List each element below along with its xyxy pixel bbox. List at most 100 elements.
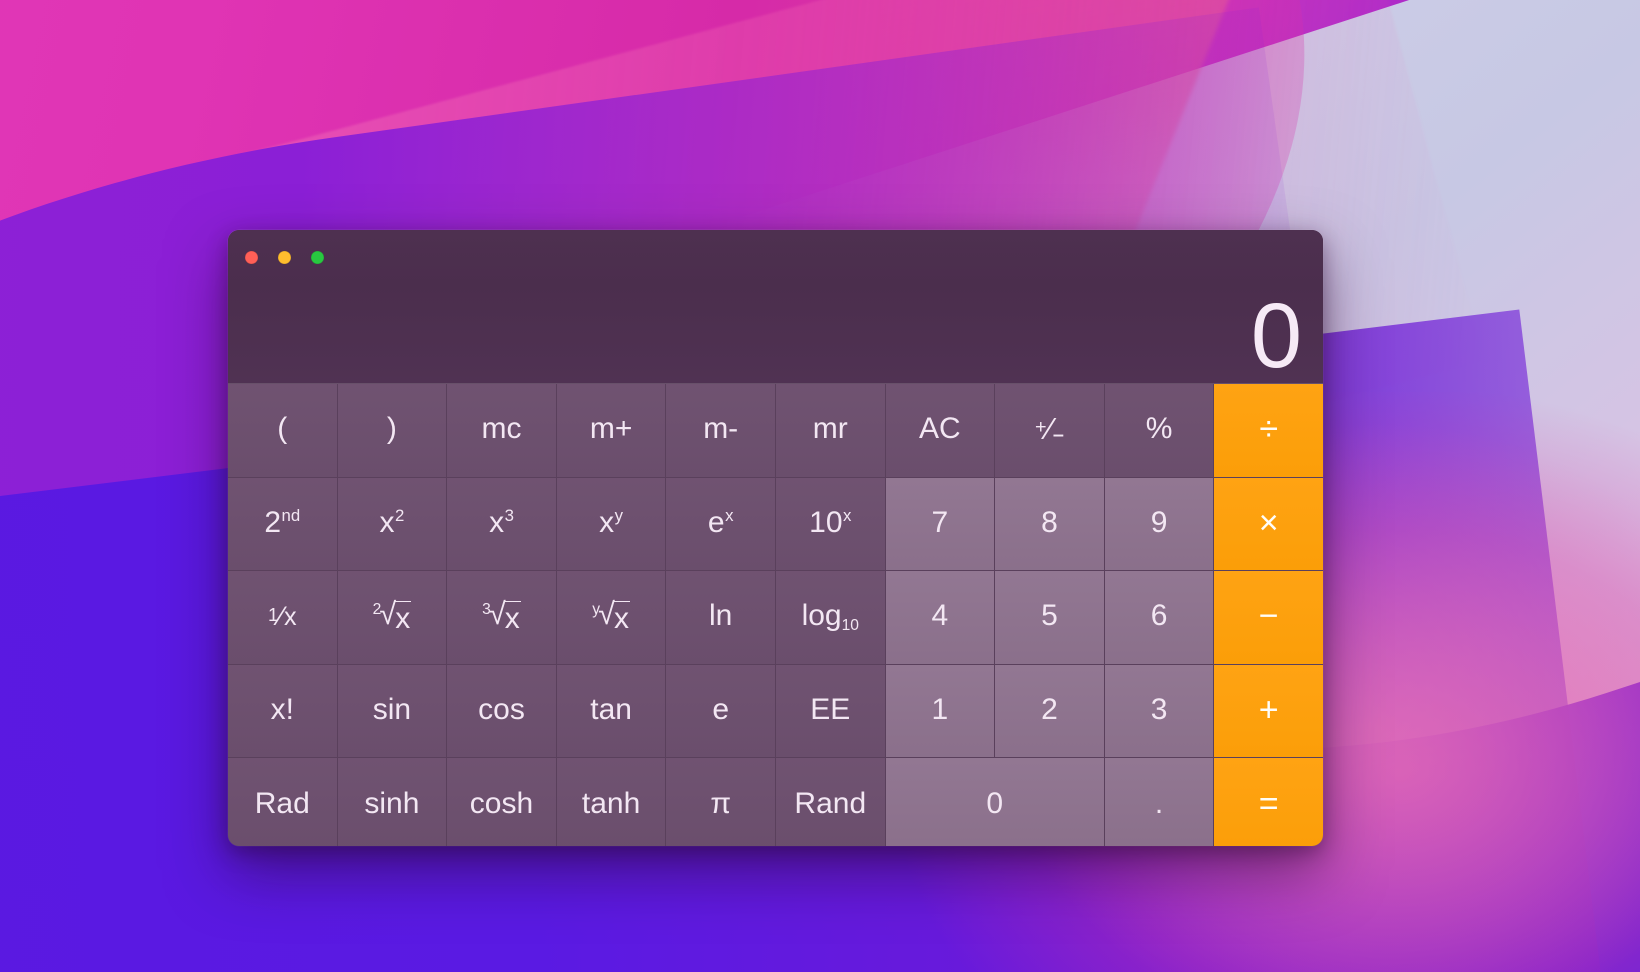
calculator-keypad[interactable]: () mc m+ m-mr AC + ⁄ –% ÷ 2nd x2 x3 xy ex 10x 7 8 9 × 1 ⁄ x 2 √… (228, 383, 1323, 846)
key-label-sine-hyperbolic: sinh (364, 786, 420, 820)
key-tangent[interactable]: tan (556, 664, 666, 758)
key-label-cube-root: 3 √ x (482, 597, 521, 635)
key-memory-add[interactable]: m+ (556, 384, 666, 477)
key-sign-toggle[interactable]: + ⁄ – (995, 384, 1104, 477)
key-label-divide: ÷ (1259, 410, 1279, 449)
key-digit-1[interactable]: 1 (885, 664, 995, 758)
key-label-digit-1: 1 (931, 693, 949, 727)
key-label-natural-log: ln (709, 599, 733, 633)
key-exp-e[interactable]: ex (666, 477, 775, 571)
key-label-add: + (1258, 691, 1279, 730)
key-label-square: x2 (379, 505, 405, 539)
key-cosine[interactable]: cos (447, 664, 556, 758)
key-open-paren[interactable]: ( (228, 384, 337, 477)
key-label-all-clear: AC (919, 412, 961, 446)
key-label-square-root: 2 √ x (372, 597, 412, 635)
display-value: 0 (1250, 284, 1302, 387)
key-label-open-paren: ( (277, 412, 288, 446)
key-cosine-hyperbolic[interactable]: cosh (447, 758, 556, 846)
key-memory-clear[interactable]: mc (447, 384, 556, 477)
key-label-log-base-ten: log10 (801, 599, 859, 634)
key-close-paren[interactable]: ) (337, 384, 447, 477)
key-label-percent: % (1145, 412, 1173, 446)
key-percent[interactable]: % (1104, 384, 1214, 477)
key-label-radians-toggle: Rad (254, 786, 310, 820)
calculator-window[interactable]: 0 () mc m+ m-mr AC + ⁄ –% ÷ 2nd x2 x3 xy ex 10x 7 8 9 × 1 ⁄ x… (228, 230, 1323, 846)
key-all-clear[interactable]: AC (885, 384, 995, 477)
key-square[interactable]: x2 (337, 477, 447, 571)
key-scientific-notation[interactable]: EE (775, 664, 885, 758)
key-multiply[interactable]: × (1214, 477, 1323, 571)
key-radians-toggle[interactable]: Rad (228, 758, 337, 846)
key-digit-8[interactable]: 8 (995, 477, 1104, 571)
key-sine[interactable]: sin (337, 664, 447, 758)
key-cube-root[interactable]: 3 √ x (447, 571, 556, 664)
key-label-memory-add: m+ (589, 412, 633, 446)
key-reciprocal[interactable]: 1 ⁄ x (228, 571, 337, 664)
key-label-digit-7: 7 (931, 505, 949, 539)
key-label-exp-ten: 10x (809, 505, 852, 539)
key-label-cube: x3 (489, 505, 514, 539)
key-tangent-hyperbolic[interactable]: tanh (556, 758, 666, 846)
key-label-subtract: − (1258, 597, 1279, 636)
key-label-digit-3: 3 (1150, 693, 1168, 727)
key-decimal-point[interactable]: . (1104, 758, 1214, 846)
key-label-sign-toggle: + ⁄ – (1035, 412, 1064, 447)
key-label-power-y: xy (599, 505, 624, 539)
key-label-memory-subtract: m- (703, 412, 739, 446)
key-euler-e[interactable]: e (666, 664, 775, 758)
key-label-cosine-hyperbolic: cosh (469, 786, 534, 820)
key-digit-2[interactable]: 2 (995, 664, 1104, 758)
key-label-digit-0: 0 (986, 786, 1004, 820)
key-cube[interactable]: x3 (447, 477, 556, 571)
key-second-function[interactable]: 2nd (228, 477, 337, 571)
key-digit-0[interactable]: 0 (885, 758, 1104, 846)
key-log-base-ten[interactable]: log10 (775, 571, 885, 664)
window-titlebar[interactable] (228, 230, 1323, 285)
key-label-close-paren: ) (386, 412, 397, 446)
key-label-memory-clear: mc (481, 412, 522, 446)
key-digit-6[interactable]: 6 (1104, 571, 1214, 664)
maximize-button[interactable] (311, 251, 324, 264)
key-label-digit-8: 8 (1041, 505, 1058, 539)
key-sine-hyperbolic[interactable]: sinh (337, 758, 447, 846)
key-nth-root[interactable]: y √ x (556, 571, 666, 664)
key-digit-3[interactable]: 3 (1104, 664, 1214, 758)
key-digit-4[interactable]: 4 (885, 571, 995, 664)
key-add[interactable]: + (1214, 664, 1323, 758)
key-label-memory-recall: mr (812, 412, 848, 446)
traffic-light-controls[interactable] (245, 251, 324, 264)
key-label-euler-e: e (712, 693, 730, 727)
key-memory-recall[interactable]: mr (775, 384, 885, 477)
key-label-exp-e: ex (707, 505, 734, 539)
key-factorial[interactable]: x! (228, 664, 337, 758)
key-natural-log[interactable]: ln (666, 571, 775, 664)
key-label-reciprocal: 1 ⁄ x (268, 600, 297, 631)
key-label-digit-6: 6 (1150, 599, 1168, 633)
key-label-digit-5: 5 (1041, 599, 1058, 633)
key-pi[interactable]: π (666, 758, 775, 846)
minimize-button[interactable] (278, 251, 291, 264)
close-button[interactable] (245, 251, 258, 264)
key-square-root[interactable]: 2 √ x (337, 571, 447, 664)
key-label-random: Rand (794, 786, 867, 820)
key-label-digit-4: 4 (931, 599, 949, 633)
key-label-multiply: × (1258, 503, 1279, 542)
key-label-equals: = (1258, 784, 1279, 823)
key-equals[interactable]: = (1214, 758, 1323, 846)
key-digit-7[interactable]: 7 (885, 477, 995, 571)
key-label-scientific-notation: EE (810, 693, 851, 727)
key-memory-subtract[interactable]: m- (666, 384, 775, 477)
key-divide[interactable]: ÷ (1214, 384, 1323, 477)
key-label-cosine: cos (478, 693, 525, 727)
key-exp-ten[interactable]: 10x (775, 477, 885, 571)
key-subtract[interactable]: − (1214, 571, 1323, 664)
key-label-tangent-hyperbolic: tanh (581, 786, 641, 820)
key-power-y[interactable]: xy (556, 477, 666, 571)
key-digit-9[interactable]: 9 (1104, 477, 1214, 571)
key-label-factorial: x! (270, 693, 294, 727)
key-label-digit-2: 2 (1041, 693, 1058, 727)
key-digit-5[interactable]: 5 (995, 571, 1104, 664)
key-random[interactable]: Rand (775, 758, 885, 846)
key-label-digit-9: 9 (1150, 505, 1168, 539)
